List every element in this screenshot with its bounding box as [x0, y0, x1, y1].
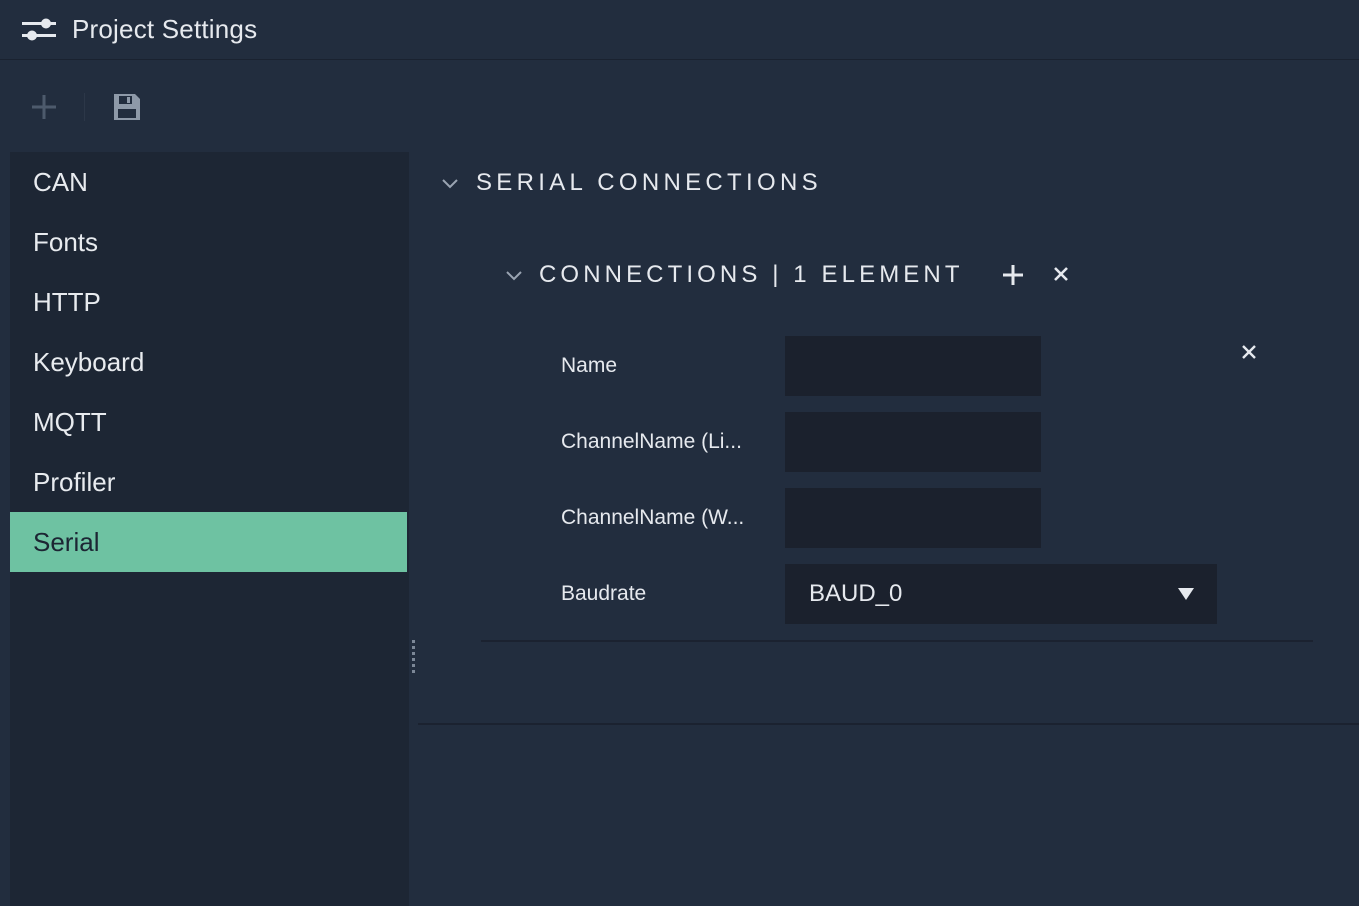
main-panel: SERIAL CONNECTIONS CONNECTIONS | 1 ELEME…: [418, 152, 1359, 906]
sidebar-item-mqtt[interactable]: MQTT: [10, 392, 409, 452]
window-title: Project Settings: [72, 14, 258, 44]
clear-connections-button[interactable]: [1050, 263, 1072, 285]
close-icon: [1054, 267, 1068, 281]
close-icon: [1242, 345, 1256, 359]
floppy-disk-icon: [114, 94, 140, 120]
channel-name-linux-label: ChannelName (Li...: [561, 430, 742, 453]
section-divider: [418, 723, 1359, 725]
settings-sliders-icon: [22, 18, 56, 40]
sidebar-item-http[interactable]: HTTP: [10, 272, 409, 332]
baudrate-label: Baudrate: [561, 582, 647, 605]
save-button[interactable]: [109, 89, 145, 125]
toolbar: [0, 61, 1359, 151]
title-bar: Project Settings: [0, 0, 1359, 60]
element-divider: [481, 640, 1313, 642]
name-field[interactable]: [785, 336, 1041, 396]
chevron-down-icon[interactable]: [504, 265, 524, 285]
sidebar-item-can[interactable]: CAN: [10, 152, 409, 212]
serial-connections-header[interactable]: SERIAL CONNECTIONS: [440, 166, 822, 200]
section-title: SERIAL CONNECTIONS: [476, 169, 822, 196]
name-label: Name: [561, 354, 618, 377]
channel-name-windows-label: ChannelName (W...: [561, 506, 745, 529]
plus-icon: [32, 95, 56, 119]
channel-name-linux-field[interactable]: [785, 412, 1041, 472]
toolbar-separator: [84, 93, 85, 121]
sidebar-item-keyboard[interactable]: Keyboard: [10, 332, 409, 392]
sidebar-item-serial[interactable]: Serial: [10, 512, 407, 572]
sidebar: CAN Fonts HTTP Keyboard MQTT Profiler Se…: [10, 152, 409, 906]
chevron-down-icon: [442, 179, 458, 189]
sidebar-item-profiler[interactable]: Profiler: [10, 452, 409, 512]
baudrate-select[interactable]: BAUD_0: [785, 564, 1217, 624]
plus-icon: [1003, 265, 1023, 285]
baudrate-value: BAUD_0: [809, 580, 903, 607]
channel-name-windows-field[interactable]: [785, 488, 1041, 548]
remove-element-button[interactable]: [1239, 342, 1259, 362]
connections-header: CONNECTIONS | 1 ELEMENT: [504, 258, 964, 292]
add-button[interactable]: [26, 89, 62, 125]
sidebar-item-fonts[interactable]: Fonts: [10, 212, 409, 272]
connections-title: CONNECTIONS | 1 ELEMENT: [539, 261, 964, 288]
add-connection-button[interactable]: [1000, 262, 1026, 288]
sidebar-resize-handle[interactable]: [412, 640, 416, 676]
dropdown-arrow-icon: [1178, 588, 1194, 600]
